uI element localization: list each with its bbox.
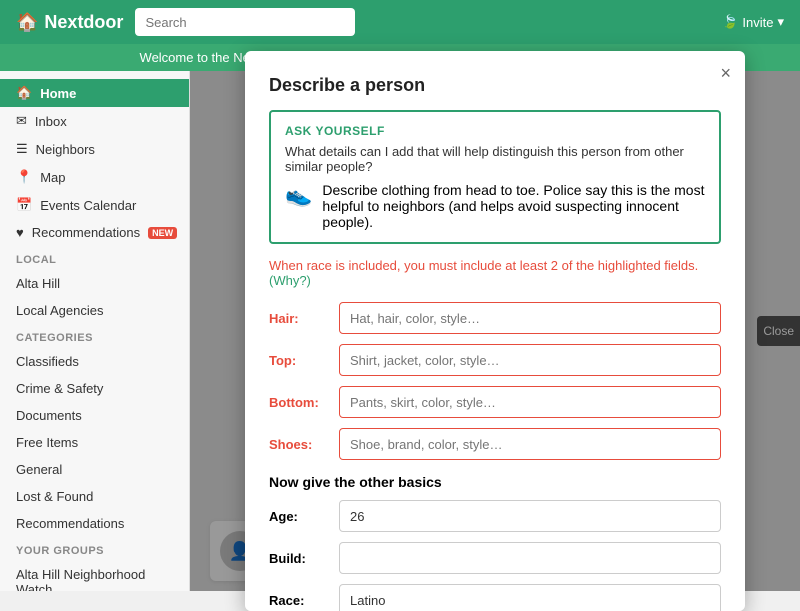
sidebar-label-events: Events Calendar xyxy=(40,198,136,213)
inbox-icon: ✉ xyxy=(16,113,27,129)
modal-close-button[interactable]: × xyxy=(720,63,731,84)
modal: × Describe a person ASK YOURSELF What de… xyxy=(245,51,745,611)
field-input-top[interactable] xyxy=(339,344,721,376)
sidebar-label-local-agencies: Local Agencies xyxy=(16,303,103,318)
sidebar-label-alta-hill: Alta Hill xyxy=(16,276,60,291)
sidebar: 🏠 Home ✉ Inbox ☰ Neighbors 📍 Map 📅 Event… xyxy=(0,71,190,591)
sidebar-label-documents: Documents xyxy=(16,408,82,423)
chevron-down-icon: ▾ xyxy=(777,14,784,30)
heart-icon: ♥ xyxy=(16,225,24,240)
sidebar-label-classifieds: Classifieds xyxy=(16,354,79,369)
invite-label: Invite xyxy=(742,15,773,30)
sidebar-item-lost-found[interactable]: Lost & Found xyxy=(0,483,189,510)
top-nav: 🏠 Nextdoor 🍃 Invite ▾ xyxy=(0,0,800,44)
sidebar-item-alta-hill[interactable]: Alta Hill xyxy=(0,270,189,297)
field-input-shoes[interactable] xyxy=(339,428,721,460)
field-label-bottom: Bottom: xyxy=(269,395,339,410)
ask-detail-text: Describe clothing from head to toe. Poli… xyxy=(322,182,705,230)
sidebar-item-general[interactable]: General xyxy=(0,456,189,483)
field-row-hair: Hair: xyxy=(269,302,721,334)
field-input-age[interactable] xyxy=(339,500,721,532)
sidebar-label-inbox: Inbox xyxy=(35,114,67,129)
main-content: Close 👤 Hand-me-down School Supplies × D… xyxy=(190,71,800,591)
field-input-race[interactable] xyxy=(339,584,721,611)
sidebar-label-crime-safety: Crime & Safety xyxy=(16,381,103,396)
warning-message: When race is included, you must include … xyxy=(269,258,698,273)
shoe-icon: 👟 xyxy=(285,182,312,208)
categories-section-header: CATEGORIES xyxy=(0,324,189,348)
field-label-top: Top: xyxy=(269,353,339,368)
sidebar-item-neighbors[interactable]: ☰ Neighbors xyxy=(0,135,189,163)
map-icon: 📍 xyxy=(16,169,32,185)
sidebar-label-alta-hill-watch: Alta Hill Neighborhood Watch xyxy=(16,567,173,591)
neighbors-icon: ☰ xyxy=(16,141,28,157)
sidebar-label-map: Map xyxy=(40,170,65,185)
sidebar-label-free-items: Free Items xyxy=(16,435,78,450)
field-label-build: Build: xyxy=(269,551,339,566)
warning-text: When race is included, you must include … xyxy=(269,258,721,288)
field-input-build[interactable] xyxy=(339,542,721,574)
leaf-icon: 🍃 xyxy=(722,14,738,30)
sidebar-label-general: General xyxy=(16,462,62,477)
ask-label: ASK YOURSELF xyxy=(285,124,705,138)
field-label-hair: Hair: xyxy=(269,311,339,326)
field-row-age: Age: xyxy=(269,500,721,532)
ask-box: ASK YOURSELF What details can I add that… xyxy=(269,110,721,244)
sidebar-item-local-agencies[interactable]: Local Agencies xyxy=(0,297,189,324)
field-input-hair[interactable] xyxy=(339,302,721,334)
local-section-header: LOCAL xyxy=(0,246,189,270)
groups-section-header: YOUR GROUPS xyxy=(0,537,189,561)
layout: 🏠 Home ✉ Inbox ☰ Neighbors 📍 Map 📅 Event… xyxy=(0,71,800,591)
sidebar-item-alta-hill-watch[interactable]: Alta Hill Neighborhood Watch xyxy=(0,561,189,591)
sidebar-label-lost-found: Lost & Found xyxy=(16,489,93,504)
sidebar-label-recommendations: Recommendations xyxy=(32,225,140,240)
basics-section-title: Now give the other basics xyxy=(269,474,721,490)
logo: 🏠 Nextdoor xyxy=(16,12,123,33)
field-label-race: Race: xyxy=(269,593,339,608)
home-icon: 🏠 xyxy=(16,85,32,101)
sidebar-label-neighbors: Neighbors xyxy=(36,142,95,157)
field-label-age: Age: xyxy=(269,509,339,524)
sidebar-label-recommendations-cat: Recommendations xyxy=(16,516,124,531)
events-icon: 📅 xyxy=(16,197,32,213)
field-row-bottom: Bottom: xyxy=(269,386,721,418)
warning-link[interactable]: (Why?) xyxy=(269,273,311,288)
ask-question: What details can I add that will help di… xyxy=(285,144,705,174)
field-label-shoes: Shoes: xyxy=(269,437,339,452)
sidebar-item-recommendations[interactable]: ♥ Recommendations NEW xyxy=(0,219,189,246)
sidebar-item-events[interactable]: 📅 Events Calendar xyxy=(0,191,189,219)
sidebar-item-map[interactable]: 📍 Map xyxy=(0,163,189,191)
sidebar-item-inbox[interactable]: ✉ Inbox xyxy=(0,107,189,135)
field-row-race: Race: xyxy=(269,584,721,611)
sidebar-item-crime-safety[interactable]: Crime & Safety xyxy=(0,375,189,402)
modal-overlay: × Describe a person ASK YOURSELF What de… xyxy=(190,71,800,591)
invite-button[interactable]: 🍃 Invite ▾ xyxy=(722,14,784,30)
sidebar-label-home: Home xyxy=(40,86,76,101)
field-row-build: Build: xyxy=(269,542,721,574)
field-input-bottom[interactable] xyxy=(339,386,721,418)
sidebar-item-recommendations-cat[interactable]: Recommendations xyxy=(0,510,189,537)
sidebar-item-free-items[interactable]: Free Items xyxy=(0,429,189,456)
field-row-shoes: Shoes: xyxy=(269,428,721,460)
field-row-top: Top: xyxy=(269,344,721,376)
house-icon: 🏠 xyxy=(16,12,38,33)
search-input[interactable] xyxy=(135,8,355,36)
new-badge: NEW xyxy=(148,227,177,239)
ask-detail: 👟 Describe clothing from head to toe. Po… xyxy=(285,182,705,230)
sidebar-item-documents[interactable]: Documents xyxy=(0,402,189,429)
sidebar-item-home[interactable]: 🏠 Home xyxy=(0,79,189,107)
modal-title: Describe a person xyxy=(269,75,721,96)
logo-text: Nextdoor xyxy=(44,12,123,33)
sidebar-item-classifieds[interactable]: Classifieds xyxy=(0,348,189,375)
